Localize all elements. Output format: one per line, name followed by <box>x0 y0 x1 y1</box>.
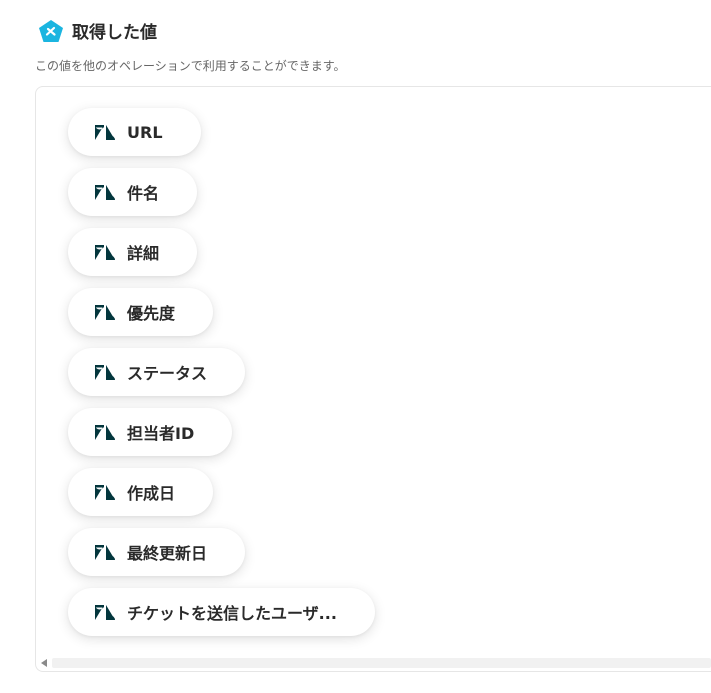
chip-label: チケットを送信したユーザ... <box>127 604 337 623</box>
value-chip-updated-date[interactable]: 最終更新日 <box>68 528 246 576</box>
chip-label: 担当者ID <box>127 424 195 443</box>
chip-label: URL <box>127 122 163 142</box>
yoom-logo-icon <box>38 19 64 43</box>
chip-label: 詳細 <box>127 244 160 263</box>
value-chip-assignee-id[interactable]: 担当者ID <box>68 408 233 456</box>
chip-label: 優先度 <box>127 304 176 323</box>
section-description: この値を他のオペレーションで利用することができます。 <box>35 59 346 73</box>
zendesk-icon <box>95 544 115 560</box>
value-chip-description[interactable]: 詳細 <box>68 228 198 276</box>
value-chip-created-date[interactable]: 作成日 <box>68 468 214 516</box>
value-chip-url[interactable]: URL <box>68 108 201 156</box>
chip-label: 作成日 <box>127 484 176 503</box>
zendesk-icon <box>95 184 115 200</box>
section-title: 取得した値 <box>72 23 157 43</box>
chip-label: 最終更新日 <box>127 544 208 563</box>
chip-label: ステータス <box>127 364 208 383</box>
zendesk-icon <box>95 244 115 260</box>
values-panel: URL 件名 詳細 優先度 ステータス 担当者ID 作成日 最終更新日 チケット… <box>35 86 711 672</box>
section-header: 取得した値 <box>38 18 157 43</box>
value-chip-priority[interactable]: 優先度 <box>68 288 214 336</box>
value-chip-subject[interactable]: 件名 <box>68 168 198 216</box>
chip-label: 件名 <box>127 184 160 203</box>
horizontal-scrollbar[interactable] <box>38 656 711 670</box>
zendesk-icon <box>95 364 115 380</box>
value-chip-requester[interactable]: チケットを送信したユーザ... <box>68 588 375 636</box>
value-chip-status[interactable]: ステータス <box>68 348 246 396</box>
scroll-left-arrow-icon[interactable] <box>41 659 47 667</box>
zendesk-icon <box>95 424 115 440</box>
zendesk-icon <box>95 304 115 320</box>
zendesk-icon <box>95 604 115 620</box>
scrollbar-track[interactable] <box>52 658 711 668</box>
zendesk-icon <box>95 484 115 500</box>
zendesk-icon <box>95 124 115 140</box>
